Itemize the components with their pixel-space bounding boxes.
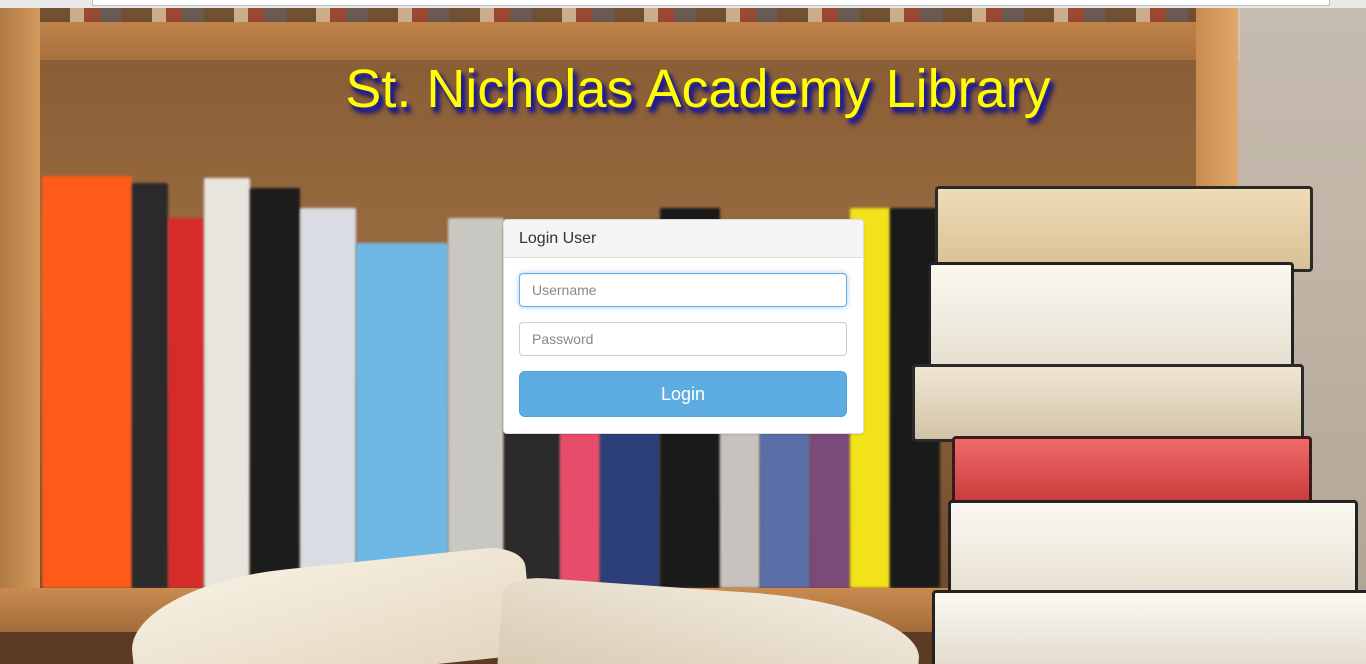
book-spine [356, 243, 448, 588]
login-form: Login [504, 258, 863, 432]
username-input[interactable] [519, 273, 847, 307]
book-spine [42, 176, 132, 588]
login-button[interactable]: Login [519, 371, 847, 417]
book-spine [204, 178, 250, 588]
page-title: St. Nicholas Academy Library [345, 59, 1051, 119]
browser-address-bar-strip [0, 0, 1366, 8]
stacked-book [935, 186, 1313, 272]
login-panel-heading: Login User [504, 220, 863, 258]
book-spine [168, 218, 204, 588]
stacked-book [928, 262, 1294, 372]
book-spine [250, 188, 300, 588]
top-shelf-books [40, 8, 1200, 22]
stacked-book [932, 590, 1366, 664]
password-input[interactable] [519, 322, 847, 356]
stacked-book [912, 364, 1304, 442]
address-bar[interactable] [92, 0, 1330, 6]
stacked-book [948, 500, 1358, 596]
book-spine [300, 208, 356, 588]
book-spine [132, 183, 168, 588]
stacked-book [952, 436, 1312, 506]
login-panel: Login User Login [503, 219, 864, 434]
book-spine [448, 218, 504, 588]
